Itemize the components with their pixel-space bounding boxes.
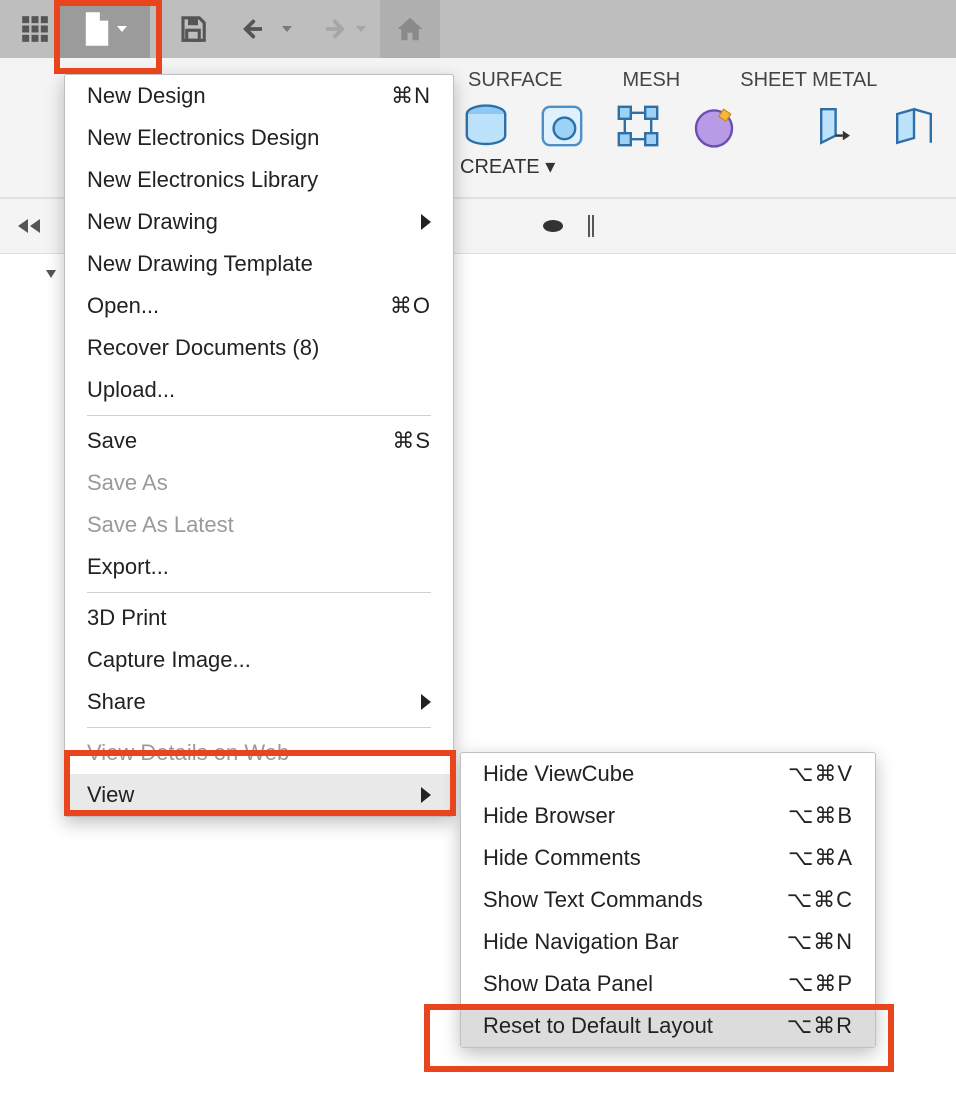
ribbon-tab-mesh[interactable]: MESH <box>622 69 680 92</box>
menu-item-recover-documents-8[interactable]: Recover Documents (8) <box>65 327 453 369</box>
undo-icon <box>242 17 272 41</box>
cylinder-icon <box>462 102 510 150</box>
menu-item-label: New Drawing Template <box>87 251 313 277</box>
menu-item-hide-comments[interactable]: Hide Comments ⌥⌘A <box>461 837 875 879</box>
redo-button[interactable] <box>306 6 356 52</box>
submenu-arrow-icon <box>421 787 431 803</box>
menu-item-capture-image[interactable]: Capture Image... <box>65 639 453 681</box>
menu-item-label: New Design <box>87 83 206 109</box>
top-toolbar <box>0 0 956 58</box>
caret-down-icon <box>117 26 127 32</box>
caret-down-icon[interactable] <box>282 26 292 32</box>
menu-item-shortcut: ⌘O <box>390 293 431 319</box>
menu-item-save[interactable]: Save ⌘S <box>65 420 453 462</box>
redo-icon <box>316 17 346 41</box>
form-icon <box>690 102 738 150</box>
menu-item-label: Save <box>87 428 137 454</box>
menu-item-shortcut: ⌘S <box>392 428 431 454</box>
menu-item-new-drawing-template[interactable]: New Drawing Template <box>65 243 453 285</box>
menu-item-new-electronics-library[interactable]: New Electronics Library <box>65 159 453 201</box>
menu-item-label: Hide Browser <box>483 803 615 829</box>
menu-item-label: Upload... <box>87 377 175 403</box>
tool-sheet-fold[interactable] <box>888 100 940 152</box>
save-button[interactable] <box>168 6 218 52</box>
sheet-flange-icon <box>814 102 862 150</box>
tool-form[interactable] <box>688 100 740 152</box>
ribbon-tab-sheet-metal[interactable]: SHEET METAL <box>740 69 877 92</box>
shape-icon <box>538 102 586 150</box>
rewind-icon[interactable] <box>16 217 42 235</box>
tool-sheet-flange[interactable] <box>812 100 864 152</box>
tool-assembly[interactable] <box>612 100 664 152</box>
menu-item-label: Hide ViewCube <box>483 761 634 787</box>
menu-item-shortcut: ⌥⌘P <box>788 971 853 997</box>
menu-item-label: Reset to Default Layout <box>483 1013 713 1039</box>
menu-item-label: Open... <box>87 293 159 319</box>
menu-item-hide-navigation-bar[interactable]: Hide Navigation Bar ⌥⌘N <box>461 921 875 963</box>
menu-item-label: Show Data Panel <box>483 971 653 997</box>
menu-item-view[interactable]: View <box>65 774 453 816</box>
menu-item-label: Hide Comments <box>483 845 641 871</box>
menu-item-3d-print[interactable]: 3D Print <box>65 597 453 639</box>
display-toggle-icon[interactable] <box>542 218 564 234</box>
menu-item-save-as-latest: Save As Latest <box>65 504 453 546</box>
menu-item-new-drawing[interactable]: New Drawing <box>65 201 453 243</box>
grid-icon <box>21 15 49 43</box>
menu-item-label: Save As Latest <box>87 512 234 538</box>
menu-item-label: Share <box>87 689 146 715</box>
menu-item-new-electronics-design[interactable]: New Electronics Design <box>65 117 453 159</box>
menu-item-label: Save As <box>87 470 168 496</box>
menu-item-reset-to-default-layout[interactable]: Reset to Default Layout ⌥⌘R <box>461 1005 875 1047</box>
menu-item-shortcut: ⌥⌘R <box>787 1013 853 1039</box>
assembly-icon <box>614 102 662 150</box>
undo-button[interactable] <box>232 6 282 52</box>
file-menu-button[interactable] <box>60 0 150 58</box>
save-icon <box>178 14 208 44</box>
menu-item-label: View <box>87 782 134 808</box>
menu-item-label: 3D Print <box>87 605 166 631</box>
home-icon <box>395 15 425 43</box>
menu-item-label: Hide Navigation Bar <box>483 929 679 955</box>
menu-item-label: New Drawing <box>87 209 218 235</box>
menu-item-label: Recover Documents (8) <box>87 335 319 361</box>
menu-item-show-data-panel[interactable]: Show Data Panel ⌥⌘P <box>461 963 875 1005</box>
tool-shape[interactable] <box>536 100 588 152</box>
menu-item-label: Capture Image... <box>87 647 251 673</box>
menu-item-hide-viewcube[interactable]: Hide ViewCube ⌥⌘V <box>461 753 875 795</box>
menu-item-label: New Electronics Design <box>87 125 319 151</box>
menu-item-shortcut: ⌥⌘C <box>787 887 853 913</box>
menu-item-shortcut: ⌥⌘V <box>788 761 853 787</box>
menu-item-label: Show Text Commands <box>483 887 703 913</box>
menu-item-show-text-commands[interactable]: Show Text Commands ⌥⌘C <box>461 879 875 921</box>
tree-collapse-icon[interactable] <box>44 268 58 282</box>
menu-item-upload[interactable]: Upload... <box>65 369 453 411</box>
data-panel-button[interactable] <box>10 6 60 52</box>
menu-item-label: Export... <box>87 554 169 580</box>
menu-item-open[interactable]: Open... ⌘O <box>65 285 453 327</box>
view-submenu: Hide ViewCube ⌥⌘V Hide Browser ⌥⌘B Hide Comm… <box>460 752 876 1048</box>
menu-item-view-details-on-web: View Details on Web <box>65 732 453 774</box>
menu-item-new-design[interactable]: New Design ⌘N <box>65 75 453 117</box>
submenu-arrow-icon <box>421 214 431 230</box>
menu-item-export[interactable]: Export... <box>65 546 453 588</box>
list-toggle-icon[interactable] <box>586 215 596 237</box>
menu-item-label: New Electronics Library <box>87 167 318 193</box>
home-button[interactable] <box>380 0 440 58</box>
menu-item-shortcut: ⌥⌘N <box>787 929 853 955</box>
menu-item-save-as: Save As <box>65 462 453 504</box>
caret-down-icon[interactable] <box>356 26 366 32</box>
tool-cylinder[interactable] <box>460 100 512 152</box>
menu-item-share[interactable]: Share <box>65 681 453 723</box>
menu-item-shortcut: ⌥⌘A <box>788 845 853 871</box>
menu-item-hide-browser[interactable]: Hide Browser ⌥⌘B <box>461 795 875 837</box>
menu-item-shortcut: ⌥⌘B <box>788 803 853 829</box>
menu-item-shortcut: ⌘N <box>391 83 431 109</box>
file-menu: New Design ⌘N New Electronics Design New El… <box>64 74 454 817</box>
submenu-arrow-icon <box>421 694 431 710</box>
menu-item-label: View Details on Web <box>87 740 289 766</box>
ribbon-tab-surface[interactable]: SURFACE <box>468 69 562 92</box>
file-icon <box>83 12 111 46</box>
sheet-fold-icon <box>890 102 938 150</box>
